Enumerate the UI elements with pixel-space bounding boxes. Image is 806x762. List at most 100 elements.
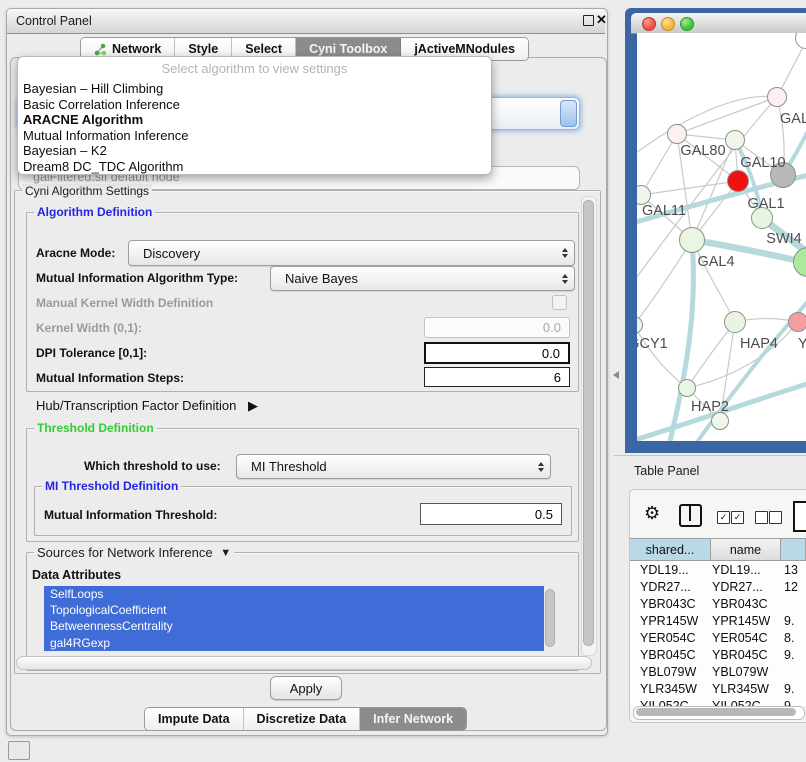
network-window-titlebar[interactable] [631,13,806,34]
mi-algorithm-type-value: Naive Bayes [271,271,556,286]
list-item[interactable]: TopologicalCoefficient [44,602,544,618]
dropdown-item[interactable]: Mutual Information Inference [23,128,486,144]
column-header-shared[interactable]: shared... [630,538,711,561]
table-cell[interactable]: 12 [784,580,798,594]
node-label-gal10: GAL10 [740,155,785,171]
tab-impute-data[interactable]: Impute Data [145,708,244,730]
node-label-hap2: HAP2 [691,399,729,415]
dropdown-item-highlighted[interactable]: ARACNE Algorithm [23,112,486,128]
unchecked-checkbox-icon[interactable] [755,511,768,524]
tab-discretize-data[interactable]: Discretize Data [244,708,361,730]
table-cell[interactable]: YBR045C [712,648,768,662]
node-hap4[interactable] [724,311,746,333]
table-cell[interactable]: YBL079W [712,665,768,679]
aracne-mode-value: Discovery [129,246,556,261]
dropdown-item[interactable]: Bayesian – K2 [23,143,486,159]
table-cell[interactable]: 9. [784,682,794,696]
dpi-tolerance-field[interactable]: 0.0 [424,342,570,364]
table-cell[interactable]: YLR345W [712,682,769,696]
list-item[interactable]: SelfLoops [44,586,544,602]
table-cell[interactable]: YDR27... [712,580,763,594]
table-cell[interactable]: 8. [784,631,794,645]
attributes-vscrollbar-thumb[interactable] [545,589,555,647]
mi-algorithm-type-combo[interactable]: Naive Bayes [270,266,575,291]
node-label-hap4: HAP4 [740,336,778,352]
node-gal4[interactable] [679,227,705,253]
control-panel-title: Control Panel [16,14,92,28]
node-label-gal1: GAL1 [747,196,784,212]
mac-close-button[interactable] [642,17,656,31]
node-hap2[interactable] [678,379,696,397]
which-threshold-combo[interactable]: MI Threshold [236,454,551,479]
network-canvas[interactable]: GAL GAL80 GAL10 GAL1 GAL11 SWI4 GAL4 GCY… [637,33,806,441]
table-cell[interactable]: YBR043C [640,597,696,611]
mi-steps-field[interactable]: 6 [424,367,570,387]
aracne-mode-combo[interactable]: Discovery [128,240,575,266]
dropdown-item[interactable]: Basic Correlation Inference [23,97,486,113]
checked-checkbox-icon[interactable]: ✓ [717,511,730,524]
table-panel-title: Table Panel [634,464,699,478]
tab-infer-network[interactable]: Infer Network [360,708,466,730]
table-hscrollbar-thumb[interactable] [636,708,796,716]
node-gal1[interactable] [727,170,749,192]
control-panel-titlebar[interactable] [7,9,605,34]
table-cell[interactable]: YPR145W [712,614,770,628]
manual-kernel-width-checkbox[interactable] [552,295,567,310]
dropdown-item[interactable]: Bayesian – Hill Climbing [23,81,486,97]
unchecked-checkbox-icon[interactable] [769,511,782,524]
combo-stepper-icon [556,248,574,258]
apply-button[interactable]: Apply [270,676,342,700]
hub-definition-toggle[interactable]: Hub/Transcription Factor Definition ▶ [36,398,258,414]
table-cell[interactable]: YDL19... [712,563,761,577]
panel-splitter-handle[interactable] [613,371,619,379]
algorithm-combo-stepper[interactable] [560,100,577,127]
mi-steps-label: Mutual Information Steps: [36,371,184,385]
close-icon[interactable]: ✕ [596,12,607,28]
table-cell[interactable]: YBR043C [712,597,768,611]
aracne-mode-label: Aracne Mode: [36,246,115,260]
mac-zoom-button[interactable] [680,17,694,31]
settings-hscrollbar[interactable] [16,656,592,670]
table-cell[interactable]: YDR27... [640,580,691,594]
checked-checkbox-icon[interactable]: ✓ [731,511,744,524]
table-cell[interactable]: YLR345W [640,682,697,696]
mac-minimize-button[interactable] [661,17,675,31]
table-cell[interactable]: YER054C [640,631,696,645]
dropdown-item[interactable]: Dream8 DC_TDC Algorithm [23,159,486,175]
data-attributes-list[interactable]: SelfLoops TopologicalCoefficient Between… [44,586,544,651]
table-cell[interactable]: YER054C [712,631,768,645]
collapsed-panel-button[interactable] [8,741,30,760]
collapse-down-icon: ▼ [220,547,231,559]
table-cell[interactable]: YPR145W [640,614,698,628]
screen: Control Panel ✕ Network Style Select Cyn… [0,0,806,762]
node[interactable] [767,87,787,107]
table-cell[interactable]: YDL19... [640,563,689,577]
node[interactable] [788,312,806,332]
table-cell[interactable]: YBR045C [640,648,696,662]
document-icon[interactable] [793,501,806,532]
mi-threshold-field[interactable]: 0.5 [420,503,562,525]
list-item[interactable]: BetweennessCentrality [44,618,544,634]
table-cell[interactable]: 9. [784,648,794,662]
float-window-icon[interactable] [583,15,594,26]
algorithm-dropdown-popup: Select algorithm to view settings Bayesi… [17,56,492,175]
node-gal10[interactable] [725,130,745,150]
split-columns-icon[interactable] [679,504,702,527]
sources-title[interactable]: Sources for Network Inference ▼ [34,545,234,560]
table-cell[interactable]: YIL052C [640,699,689,706]
table-cell[interactable]: 9. [784,614,794,628]
column-header-clipped[interactable] [781,538,806,561]
table-cell[interactable]: YBL079W [640,665,696,679]
table-cell[interactable]: 9. [784,699,794,706]
node-gal80[interactable] [667,124,687,144]
kernel-width-field[interactable]: 0.0 [424,317,570,338]
table-cell[interactable]: 13 [784,563,798,577]
list-item[interactable]: gal4RGexp [44,635,544,651]
settings-vscrollbar-thumb[interactable] [583,200,594,646]
hub-definition-label: Hub/Transcription Factor Definition [36,398,236,413]
gear-icon[interactable]: ⚙ [644,503,660,524]
table-cell[interactable]: YIL052C [712,699,761,706]
node-label-gcy1: GCY1 [637,336,668,352]
table-body[interactable]: YDL19... YDL19... 13 YDR27... YDR27... 1… [630,561,806,706]
column-header-name[interactable]: name [711,538,781,561]
